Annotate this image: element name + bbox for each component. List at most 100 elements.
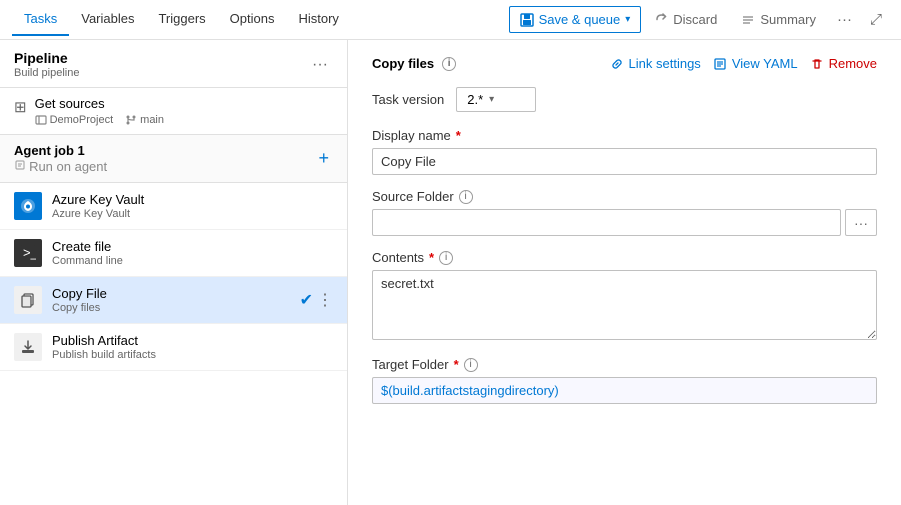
tab-triggers[interactable]: Triggers	[146, 3, 217, 36]
main-content: Pipeline Build pipeline ··· ⊞ Get source…	[0, 40, 901, 505]
source-folder-label: Source Folder i	[372, 189, 877, 204]
save-icon	[520, 13, 534, 27]
sidebar: Pipeline Build pipeline ··· ⊞ Get source…	[0, 40, 348, 505]
target-folder-required: *	[454, 357, 459, 372]
copy-file-more-button[interactable]: ⋮	[317, 290, 333, 310]
task-actions: Link settings View YAML	[610, 56, 877, 71]
contents-info-icon[interactable]: i	[439, 251, 453, 265]
create-file-desc: Command line	[52, 255, 333, 267]
remove-icon	[810, 57, 824, 71]
publish-artifact-name: Publish Artifact	[52, 333, 333, 348]
top-nav: Tasks Variables Triggers Options History…	[0, 0, 901, 40]
yaml-icon	[713, 57, 727, 71]
get-sources-title: Get sources	[35, 96, 164, 111]
contents-textarea[interactable]: secret.txt	[372, 270, 877, 340]
get-sources-icon: ⊞	[14, 98, 27, 116]
task-version-label: Task version	[372, 92, 444, 107]
pipeline-header: Pipeline Build pipeline ···	[0, 40, 347, 88]
version-select[interactable]: 2.* ▾	[456, 87, 536, 112]
copy-file-text: Copy File Copy files	[52, 286, 300, 314]
get-sources-text: Get sources DemoProject main	[35, 96, 164, 126]
source-folder-info-icon[interactable]: i	[459, 190, 473, 204]
create-file-text: Create file Command line	[52, 239, 333, 267]
save-queue-button[interactable]: Save & queue ▾	[509, 6, 642, 33]
display-name-required: *	[456, 128, 461, 143]
pipeline-info: Pipeline Build pipeline	[14, 50, 79, 79]
display-name-label: Display name *	[372, 128, 877, 143]
branch-icon	[125, 114, 137, 126]
sidebar-list: ⊞ Get sources DemoProject main	[0, 88, 347, 505]
source-folder-browse-button[interactable]: ···	[845, 209, 877, 236]
expand-button[interactable]: ⤢	[863, 6, 889, 33]
check-icon: ✔	[300, 290, 313, 310]
pipeline-title: Pipeline	[14, 50, 79, 66]
pipeline-subtitle: Build pipeline	[14, 67, 79, 79]
sidebar-item-create-file[interactable]: >_ Create file Command line	[0, 230, 347, 277]
get-sources-meta: DemoProject main	[35, 114, 164, 126]
copy-svg	[19, 291, 37, 309]
view-yaml-button[interactable]: View YAML	[713, 56, 798, 71]
target-folder-info-icon[interactable]: i	[464, 358, 478, 372]
add-task-button[interactable]: +	[314, 148, 333, 169]
publish-artifact-desc: Publish build artifacts	[52, 349, 333, 361]
discard-button[interactable]: Discard	[645, 7, 727, 32]
tab-variables[interactable]: Variables	[69, 3, 146, 36]
copy-file-name: Copy File	[52, 286, 300, 301]
sidebar-item-copy-file[interactable]: Copy File Copy files ✔ ⋮	[0, 277, 347, 324]
create-file-name: Create file	[52, 239, 333, 254]
sidebar-item-azure-key-vault[interactable]: Azure Key Vault Azure Key Vault	[0, 183, 347, 230]
tab-tasks[interactable]: Tasks	[12, 3, 69, 36]
svg-text:>_: >_	[23, 245, 36, 260]
task-version-row: Task version 2.* ▾	[372, 87, 877, 112]
contents-label: Contents * i	[372, 250, 877, 265]
get-sources-branch: main	[125, 114, 164, 126]
summary-button[interactable]: Summary	[731, 7, 826, 32]
discard-icon	[655, 13, 668, 26]
display-name-input[interactable]	[372, 148, 877, 175]
cmd-svg: >_	[20, 245, 36, 261]
nav-tabs: Tasks Variables Triggers Options History	[12, 3, 351, 36]
tab-options[interactable]: Options	[218, 3, 287, 36]
task-title: Copy files i	[372, 56, 456, 71]
task-header: Copy files i Link settings	[372, 56, 877, 71]
version-chevron-icon: ▾	[489, 94, 494, 105]
get-sources-project: DemoProject	[35, 114, 114, 126]
agent-job-title: Agent job 1	[14, 143, 107, 158]
pipeline-more-button[interactable]: ···	[307, 54, 333, 76]
contents-group: Contents * i secret.txt	[372, 250, 877, 343]
contents-required: *	[429, 250, 434, 265]
version-value: 2.*	[467, 92, 483, 107]
display-name-group: Display name *	[372, 128, 877, 175]
azure-key-vault-name: Azure Key Vault	[52, 192, 333, 207]
save-queue-chevron: ▾	[625, 14, 630, 25]
remove-button[interactable]: Remove	[810, 56, 877, 71]
sidebar-item-publish-artifact[interactable]: Publish Artifact Publish build artifacts	[0, 324, 347, 371]
agent-job-text: Agent job 1 Run on agent	[14, 143, 107, 174]
publish-svg	[19, 338, 37, 356]
publish-artifact-icon	[14, 333, 42, 361]
agent-job-desc: Run on agent	[14, 159, 107, 174]
create-file-icon: >_	[14, 239, 42, 267]
repo-icon	[35, 114, 47, 126]
source-folder-input[interactable]	[372, 209, 841, 236]
get-sources-item[interactable]: ⊞ Get sources DemoProject main	[0, 88, 347, 135]
agent-icon	[14, 159, 26, 171]
top-nav-actions: Save & queue ▾ Discard Summary ··· ⤢	[509, 6, 889, 33]
publish-artifact-text: Publish Artifact Publish build artifacts	[52, 333, 333, 361]
source-folder-input-group: ···	[372, 209, 877, 236]
target-folder-input[interactable]	[372, 377, 877, 404]
link-settings-button[interactable]: Link settings	[610, 56, 701, 71]
copy-file-icon	[14, 286, 42, 314]
right-panel: Copy files i Link settings	[348, 40, 901, 505]
copy-file-desc: Copy files	[52, 302, 300, 314]
tab-history[interactable]: History	[286, 3, 350, 36]
task-title-info-icon[interactable]: i	[442, 57, 456, 71]
key-vault-svg	[19, 197, 37, 215]
link-settings-icon	[610, 57, 624, 71]
more-button[interactable]: ···	[830, 6, 859, 33]
target-folder-group: Target Folder * i	[372, 357, 877, 404]
agent-job-item[interactable]: Agent job 1 Run on agent +	[0, 135, 347, 183]
source-folder-group: Source Folder i ···	[372, 189, 877, 236]
summary-icon	[741, 13, 755, 27]
azure-key-vault-text: Azure Key Vault Azure Key Vault	[52, 192, 333, 220]
